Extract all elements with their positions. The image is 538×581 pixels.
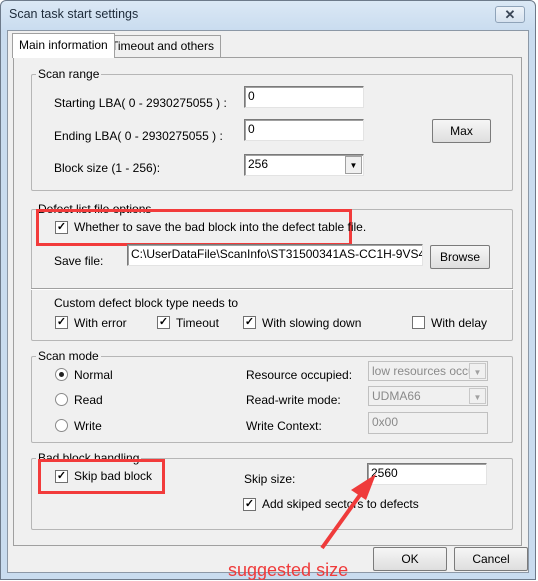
annotation-arrow xyxy=(320,474,376,550)
arrow-head-icon xyxy=(351,474,376,500)
arrow-line xyxy=(320,493,362,550)
suggested-size-annotation: suggested size xyxy=(228,560,349,580)
tab-main-information[interactable]: Main information xyxy=(12,33,115,58)
